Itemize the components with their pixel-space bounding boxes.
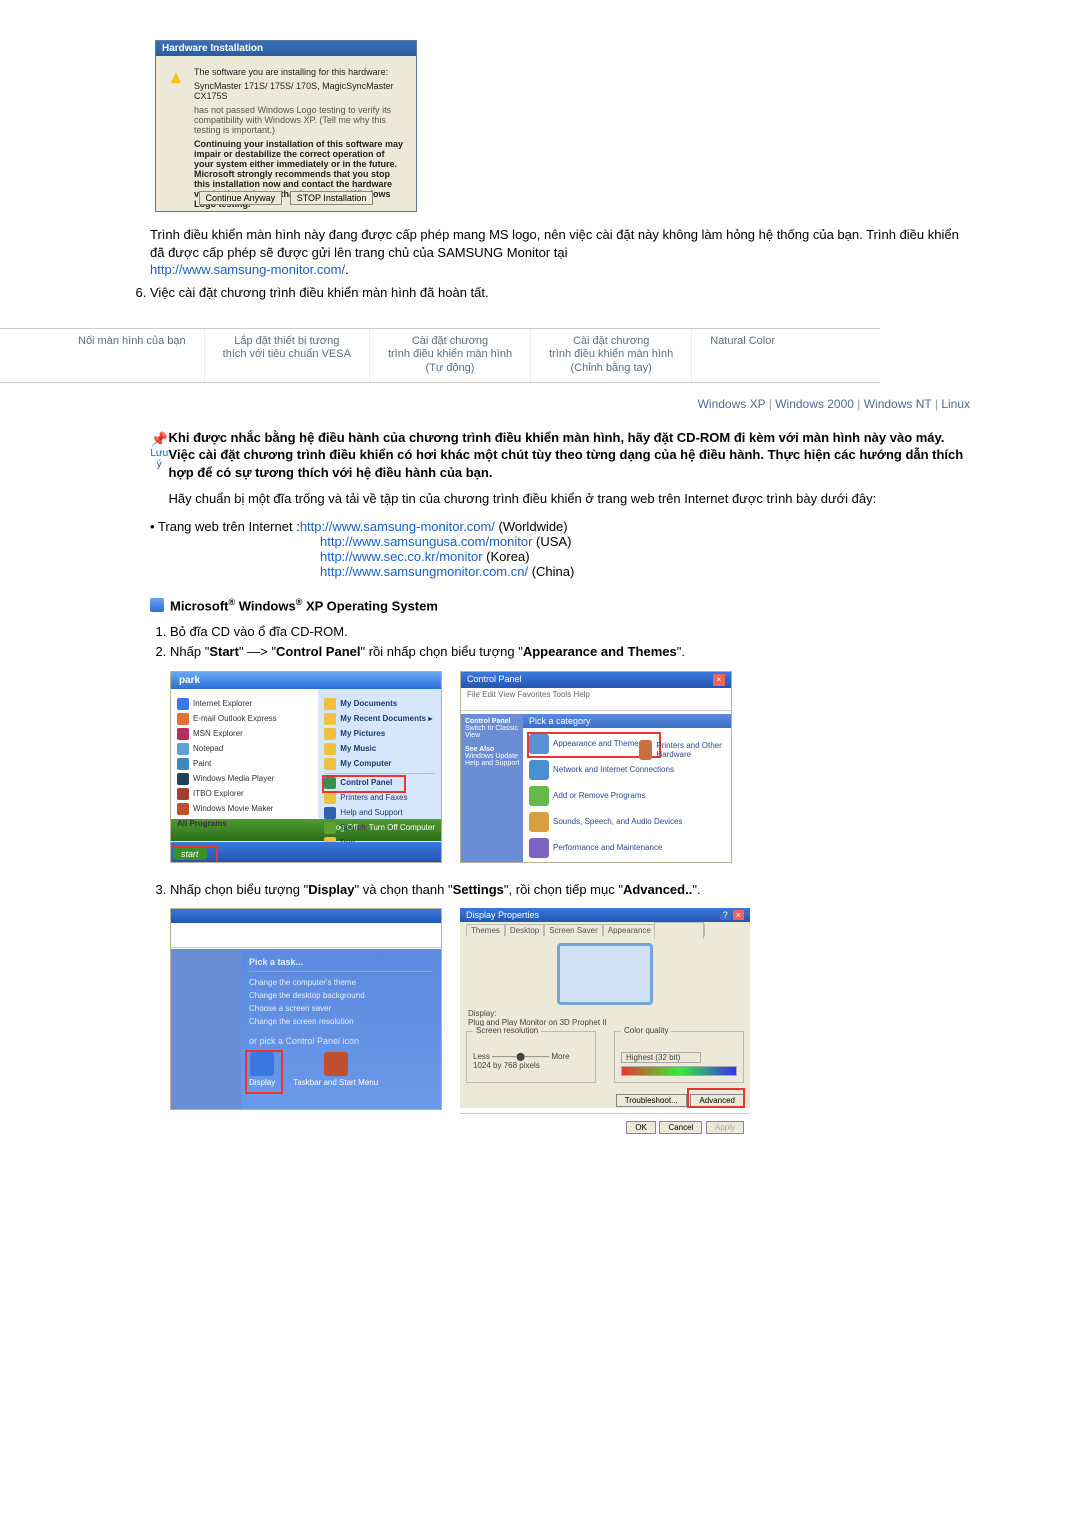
screenshot-start-menu: park Internet Explorer E-mail Outlook Ex…	[170, 671, 442, 863]
link-linux[interactable]: Linux	[941, 397, 970, 411]
cancel-button[interactable]: Cancel	[659, 1121, 702, 1134]
display-properties-title: Display Properties	[466, 910, 539, 920]
link-windows-xp[interactable]: Windows XP	[698, 397, 766, 411]
samsung-monitor-link[interactable]: http://www.samsung-monitor.com/	[150, 262, 345, 277]
pick-a-task-header: Pick a task...	[249, 957, 433, 972]
dialog-text-1: The software you are installing for this…	[194, 67, 405, 77]
screenshot-control-panel: Control Panel × File Edit View Favorites …	[460, 671, 732, 863]
start-button[interactable]: start	[173, 848, 207, 860]
pick-category-header: Pick a category	[523, 714, 731, 728]
os-heading: Microsoft® Windows® XP Operating System	[150, 597, 970, 613]
hardware-installation-dialog: Hardware Installation The software you a…	[155, 40, 417, 212]
cpanel-title: Control Panel	[467, 674, 522, 686]
cpanel-sidebar: Control PanelSwitch to Classic View See …	[461, 714, 531, 862]
paragraph-1: Trình điều khiển màn hình này đang được …	[150, 227, 959, 260]
start-menu-left-column: Internet Explorer E-mail Outlook Express…	[171, 689, 318, 819]
color-quality-value[interactable]: Highest (32 bit)	[621, 1052, 701, 1063]
step-1: Bỏ đĩa CD vào ổ đĩa CD-ROM.	[170, 623, 970, 641]
section-tabs: Nối màn hình của bạn Lắp đặt thiết bị tư…	[0, 328, 880, 383]
link-usa[interactable]: http://www.samsungusa.com/monitor	[320, 534, 532, 549]
link-china[interactable]: http://www.samsungmonitor.com.cn/	[320, 564, 528, 579]
tab-install-manual[interactable]: Cài đặt chươngtrình điều khiển màn hình(…	[530, 329, 691, 382]
stop-installation-button[interactable]: STOP Installation	[290, 191, 374, 205]
troubleshoot-button[interactable]: Troubleshoot...	[616, 1094, 687, 1107]
link-korea[interactable]: http://www.sec.co.kr/monitor	[320, 549, 483, 564]
note-icon: Lưu ý	[150, 429, 169, 513]
tab-install-auto[interactable]: Cài đặt chươngtrình điều khiển màn hình(…	[369, 329, 530, 382]
link-worldwide[interactable]: http://www.samsung-monitor.com/	[300, 519, 495, 534]
apply-button[interactable]: Apply	[706, 1121, 744, 1134]
start-menu-user: park	[171, 672, 441, 689]
monitor-icon	[557, 943, 653, 1005]
os-bullet-icon	[150, 598, 164, 612]
link-windows-nt[interactable]: Windows NT	[864, 397, 932, 411]
tab-connect-monitor[interactable]: Nối màn hình của bạn	[60, 329, 204, 382]
cpanel-menu: File Edit View Favorites Tools Help	[461, 688, 731, 711]
close-icon[interactable]: ×	[733, 910, 744, 920]
close-icon[interactable]: ×	[713, 674, 725, 686]
display-properties-tabs: ThemesDesktopScreen SaverAppearanceSetti…	[460, 922, 750, 935]
step-6: Việc cài đặt chương trình điều khiển màn…	[150, 285, 970, 300]
continue-anyway-button[interactable]: Continue Anyway	[199, 191, 283, 205]
ok-button[interactable]: OK	[626, 1121, 656, 1134]
start-menu-right-column: My Documents My Recent Documents ▸ My Pi…	[318, 689, 441, 819]
screenshot-appearance-themes: Pick a task... Change the computer's the…	[170, 908, 442, 1110]
screenshot-display-properties: Display Properties ?× ThemesDesktopScree…	[460, 908, 750, 1108]
dialog-title: Hardware Installation	[156, 41, 416, 56]
link-windows-2000[interactable]: Windows 2000	[775, 397, 854, 411]
screen-resolution-value: 1024 by 768 pixels	[473, 1061, 540, 1070]
warning-icon	[167, 67, 185, 85]
step-3: Nhấp chọn biểu tượng "Display" và chọn t…	[170, 881, 970, 899]
dialog-text-3: has not passed Windows Logo testing to v…	[194, 105, 405, 135]
note-plain-text: Hãy chuẩn bị một đĩa trống và tải về tập…	[169, 490, 970, 508]
dialog-text-2: SyncMaster 171S/ 175S/ 170S, MagicSyncMa…	[194, 81, 405, 101]
tab-vesa[interactable]: Lắp đặt thiết bị tươngthích với tiêu chu…	[204, 329, 369, 382]
note-bold-text: Khi được nhắc bằng hệ điều hành của chươ…	[169, 429, 970, 482]
or-pick-icon-header: or pick a Control Panel icon	[249, 1036, 433, 1046]
os-links: Windows XP | Windows 2000 | Windows NT |…	[150, 397, 970, 411]
internet-sites-row: Trang web trên Internet :http://www.sams…	[150, 519, 970, 534]
step-2: Nhấp "Start" —> "Control Panel" rồi nhấp…	[170, 643, 970, 661]
tab-natural-color[interactable]: Natural Color	[691, 329, 793, 382]
